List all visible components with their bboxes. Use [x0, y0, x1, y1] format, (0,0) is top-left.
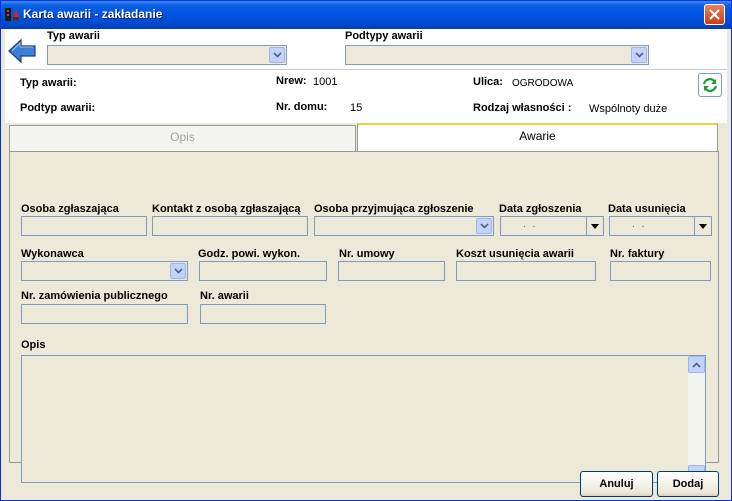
nr-faktury-label: Nr. faktury — [610, 248, 665, 260]
info-typ-awarii-label: Typ awarii: — [20, 77, 77, 89]
podtypy-awarii-select[interactable] — [345, 45, 649, 65]
nr-zamowienia-input[interactable] — [21, 304, 188, 324]
close-button[interactable] — [704, 4, 725, 25]
nr-umowy-input[interactable] — [338, 261, 445, 281]
window: Karta awarii - zakładanie Typ awarii Pod… — [0, 0, 732, 501]
nrew-label: Nrew: — [276, 75, 307, 87]
back-arrow-icon[interactable] — [7, 37, 37, 65]
rodzaj-wlasnosci-value: Wspólnoty duże — [589, 103, 668, 115]
koszt-label: Koszt usunięcia awarii — [456, 248, 574, 260]
nrew-value: 1001 — [313, 76, 338, 88]
ulica-label: Ulica: — [473, 76, 503, 88]
nr-domu-label: Nr. domu: — [276, 101, 328, 113]
nr-umowy-label: Nr. umowy — [339, 248, 395, 260]
window-title: Karta awarii - zakładanie — [23, 7, 163, 21]
tab-opis[interactable]: Opis — [9, 125, 356, 151]
refresh-button[interactable] — [698, 73, 722, 97]
data-zgloszenia-value: . . — [523, 219, 538, 230]
typ-awarii-dropdown-button[interactable] — [269, 47, 285, 63]
nr-zamowienia-label: Nr. zamówienia publicznego — [21, 290, 168, 302]
close-icon — [709, 9, 720, 20]
refresh-icon — [702, 78, 718, 92]
anuluj-button[interactable]: Anuluj — [580, 471, 653, 497]
ulica-value: OGRODOWA — [512, 78, 574, 89]
data-usuniecia-label: Data usunięcia — [608, 203, 686, 215]
data-zgloszenia-input[interactable]: . . — [500, 216, 604, 236]
typ-awarii-select[interactable] — [47, 45, 287, 65]
osoba-przyjmujaca-dropdown-button[interactable] — [476, 218, 492, 234]
tab-awarie[interactable]: Awarie — [357, 123, 718, 152]
info-area: Typ awarii: Podtyp awarii: Nrew: 1001 Nr… — [5, 69, 727, 123]
godz-powi-input[interactable] — [199, 261, 327, 281]
client-area: Typ awarii Podtypy awarii Typ awarii: Po… — [5, 29, 727, 497]
data-zgloszenia-label: Data zgłoszenia — [499, 203, 582, 215]
osoba-przyjmujaca-label: Osoba przyjmująca zgłoszenie — [314, 203, 474, 215]
opis-label: Opis — [21, 339, 46, 351]
nr-awarii-input[interactable] — [200, 304, 326, 324]
osoba-przyjmujaca-select[interactable] — [314, 216, 494, 236]
triangle-down-icon — [699, 223, 707, 229]
opis-scrollbar[interactable] — [688, 356, 705, 482]
data-usuniecia-value: . . — [632, 219, 647, 230]
header-area: Typ awarii Podtypy awarii — [5, 29, 727, 69]
app-icon — [5, 8, 20, 21]
rodzaj-wlasnosci-label: Rodzaj własności : — [473, 102, 572, 114]
kontakt-input[interactable] — [152, 216, 308, 236]
godz-powi-label: Godz. powi. wykon. — [198, 248, 301, 260]
koszt-input[interactable] — [456, 261, 596, 281]
nr-awarii-label: Nr. awarii — [200, 290, 249, 302]
osoba-zglaszajaca-label: Osoba zgłaszająca — [21, 203, 119, 215]
data-usuniecia-dropdown-button[interactable] — [694, 217, 711, 235]
typ-awarii-label: Typ awarii — [47, 30, 100, 42]
opis-textarea[interactable] — [21, 355, 706, 483]
kontakt-label: Kontakt z osobą zgłaszającą — [152, 203, 301, 215]
triangle-down-icon — [591, 223, 599, 229]
osoba-zglaszajaca-input[interactable] — [21, 216, 147, 236]
tab-strip: Opis Awarie — [9, 123, 719, 152]
scroll-up-button[interactable] — [688, 356, 705, 373]
podtypy-awarii-label: Podtypy awarii — [345, 30, 423, 42]
wykonawca-select[interactable] — [21, 261, 188, 281]
info-podtyp-awarii-label: Podtyp awarii: — [20, 102, 96, 114]
chevron-down-icon — [479, 223, 489, 229]
chevron-down-icon — [634, 52, 644, 58]
chevron-down-icon — [272, 52, 282, 58]
nr-domu-value: 15 — [350, 102, 363, 114]
nr-faktury-input[interactable] — [610, 261, 711, 281]
wykonawca-dropdown-button[interactable] — [170, 263, 186, 279]
data-usuniecia-input[interactable]: . . — [609, 216, 712, 236]
awarie-panel: Osoba zgłaszająca Kontakt z osobą zgłasz… — [9, 151, 719, 483]
podtypy-awarii-dropdown-button[interactable] — [631, 47, 647, 63]
chevron-down-icon — [173, 268, 183, 274]
dodaj-button[interactable]: Dodaj — [657, 471, 719, 497]
title-bar[interactable]: Karta awarii - zakładanie — [1, 1, 731, 29]
wykonawca-label: Wykonawca — [21, 248, 84, 260]
data-zgloszenia-dropdown-button[interactable] — [586, 217, 603, 235]
chevron-up-icon — [692, 361, 701, 368]
